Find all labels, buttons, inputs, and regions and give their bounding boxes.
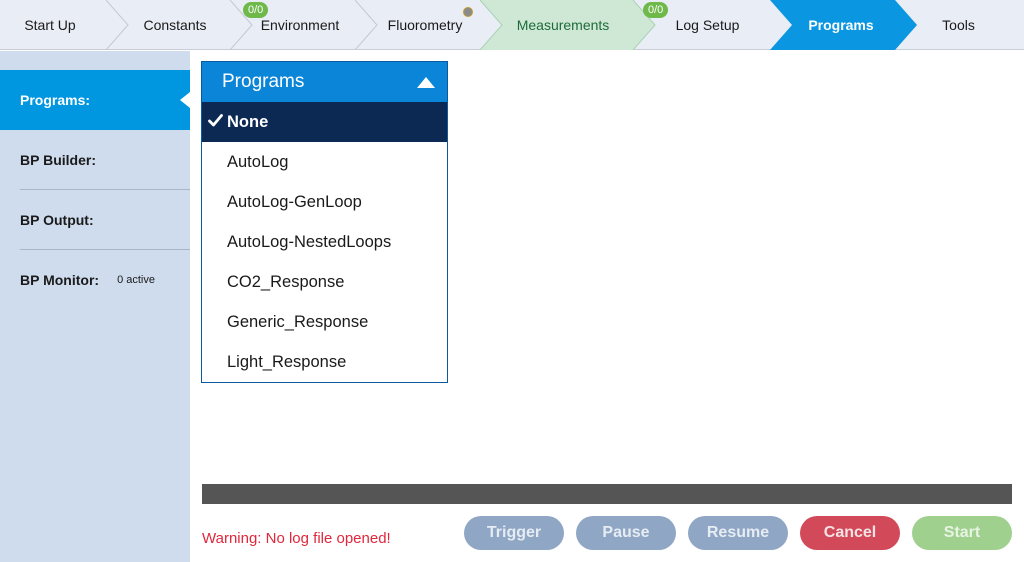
dropdown-option-generic-response[interactable]: Generic_Response xyxy=(202,302,447,342)
tab-label: Environment xyxy=(260,17,340,33)
dropdown-option-light-response[interactable]: Light_Response xyxy=(202,342,447,382)
dropdown-option-autolog-genloop[interactable]: AutoLog-GenLoop xyxy=(202,182,447,222)
dropdown-option-label: CO2_Response xyxy=(227,272,345,291)
dropdown-option-autolog-nestedloops[interactable]: AutoLog-NestedLoops xyxy=(202,222,447,262)
tab-label: Programs xyxy=(808,17,874,33)
sidebar-item-label: BP Monitor: xyxy=(20,272,100,288)
dropdown-option-label: Light_Response xyxy=(227,352,347,371)
dropdown-option-none[interactable]: None xyxy=(202,102,447,142)
checkmark-icon xyxy=(208,114,223,127)
sidebar-item-label: Programs: xyxy=(20,92,91,108)
tab-log-setup[interactable]: Log Setup xyxy=(655,0,760,50)
caret-up-icon xyxy=(417,77,435,88)
tab-label: Fluorometry xyxy=(387,17,463,33)
sidebar-item-label: BP Builder: xyxy=(20,152,96,168)
environment-count-badge: 0/0 xyxy=(243,2,269,18)
tab-label: Constants xyxy=(143,17,207,33)
tab-label: Log Setup xyxy=(675,17,740,33)
dropdown-option-co2-response[interactable]: CO2_Response xyxy=(202,262,447,302)
resume-button[interactable]: Resume xyxy=(688,516,788,550)
sidebar: Programs: BP Builder: BP Output: BP Moni… xyxy=(0,51,190,562)
warning-message: Warning: No log file opened! xyxy=(202,530,391,547)
sidebar-item-label: BP Output: xyxy=(20,212,94,228)
tab-programs[interactable]: Programs xyxy=(790,0,892,50)
pause-button[interactable]: Pause xyxy=(576,516,676,550)
dropdown-option-label: AutoLog-GenLoop xyxy=(227,192,362,211)
tab-label: Measurements xyxy=(516,17,610,33)
sidebar-item-bp-output[interactable]: BP Output: xyxy=(0,190,190,250)
fluorometry-status-dot xyxy=(463,7,473,17)
dropdown-option-autolog[interactable]: AutoLog xyxy=(202,142,447,182)
log-setup-count-badge: 0/0 xyxy=(643,2,669,18)
bp-monitor-active-count: 0 active xyxy=(117,274,155,286)
dropdown-option-label: None xyxy=(227,112,269,131)
tab-constants[interactable]: Constants xyxy=(120,0,230,50)
trigger-button[interactable]: Trigger xyxy=(464,516,564,550)
cancel-button[interactable]: Cancel xyxy=(800,516,900,550)
programs-dropdown[interactable]: Programs None AutoLog AutoLog-GenLoop Au… xyxy=(201,61,448,383)
sidebar-item-bp-monitor[interactable]: BP Monitor: 0 active xyxy=(0,250,190,310)
tab-start-up[interactable]: Start Up xyxy=(0,0,100,50)
sidebar-item-programs[interactable]: Programs: xyxy=(0,70,190,130)
programs-dropdown-header[interactable]: Programs xyxy=(202,62,447,102)
top-navigation: Start Up Constants Environment 0/0 Fluor… xyxy=(0,0,1024,50)
sidebar-item-bp-builder[interactable]: BP Builder: xyxy=(0,130,190,190)
dropdown-option-label: AutoLog-NestedLoops xyxy=(227,232,392,251)
program-progress-bar xyxy=(202,484,1012,504)
tab-label: Start Up xyxy=(24,17,76,33)
tab-tools[interactable]: Tools xyxy=(910,0,1007,50)
programs-dropdown-title: Programs xyxy=(222,71,305,92)
dropdown-option-label: Generic_Response xyxy=(227,312,369,331)
tab-label: Tools xyxy=(942,17,975,33)
dropdown-option-label: AutoLog xyxy=(227,152,289,171)
tab-measurements[interactable]: Measurements xyxy=(498,0,628,50)
start-button[interactable]: Start xyxy=(912,516,1012,550)
